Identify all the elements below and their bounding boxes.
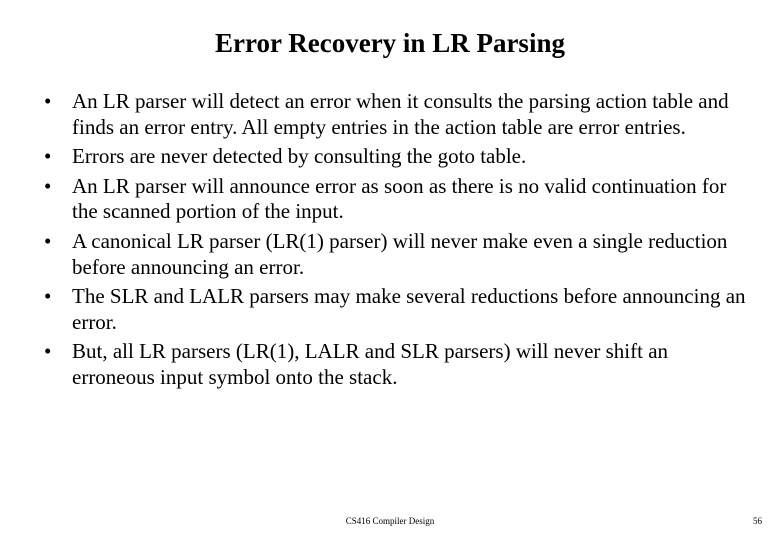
list-item: An LR parser will announce error as soon… <box>30 174 750 225</box>
bullet-list: An LR parser will detect an error when i… <box>30 89 750 391</box>
footer-page-number: 56 <box>753 516 762 526</box>
list-item: A canonical LR parser (LR(1) parser) wil… <box>30 229 750 280</box>
slide-body: An LR parser will detect an error when i… <box>0 69 780 391</box>
list-item: Errors are never detected by consulting … <box>30 144 750 170</box>
list-item: The SLR and LALR parsers may make severa… <box>30 284 750 335</box>
slide: Error Recovery in LR Parsing An LR parse… <box>0 0 780 540</box>
footer-course: CS416 Compiler Design <box>0 516 780 526</box>
list-item: An LR parser will detect an error when i… <box>30 89 750 140</box>
slide-title: Error Recovery in LR Parsing <box>0 0 780 69</box>
list-item: But, all LR parsers (LR(1), LALR and SLR… <box>30 339 750 390</box>
